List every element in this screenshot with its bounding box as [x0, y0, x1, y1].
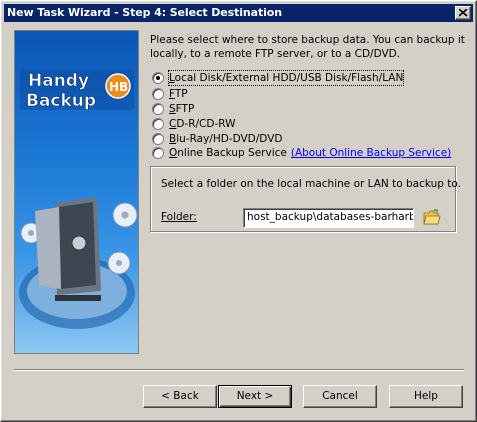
destination-label-online: Online Backup Service: [169, 147, 287, 159]
safe-illustration: [19, 197, 138, 329]
destination-label-online-wrap: Online Backup Service (About Online Backu…: [169, 146, 451, 160]
window-title: New Task Wizard - Step 4: Select Destina…: [7, 6, 282, 19]
help-button[interactable]: Help: [389, 385, 463, 408]
radio-sftp[interactable]: [152, 103, 164, 115]
button-separator: [14, 369, 464, 371]
back-button[interactable]: < Back: [143, 385, 217, 408]
cancel-button[interactable]: Cancel: [303, 385, 377, 408]
branding-panel: Handy Backup HB: [14, 30, 139, 354]
radio-local[interactable]: [152, 72, 164, 84]
radio-bluray[interactable]: [152, 133, 164, 145]
radio-online[interactable]: [152, 147, 164, 159]
next-button[interactable]: Next >: [218, 385, 292, 408]
folder-label-text: Folder:: [161, 211, 197, 223]
folder-description: Select a folder on the local machine or …: [161, 178, 461, 190]
close-icon: [459, 9, 468, 17]
radio-ftp[interactable]: [152, 88, 164, 100]
open-folder-icon: [423, 209, 441, 225]
about-online-backup-link[interactable]: (About Online Backup Service): [291, 147, 451, 159]
handy-backup-logo: Handy Backup HB: [20, 70, 134, 111]
browse-folder-button[interactable]: [423, 209, 441, 226]
intro-text: Please select where to store backup data…: [150, 33, 465, 61]
logo-text-handy: Handy: [28, 71, 89, 91]
title-bar[interactable]: New Task Wizard - Step 4: Select Destina…: [4, 4, 473, 22]
radio-cd[interactable]: [152, 118, 164, 130]
destination-label-bluray: Blu-Ray/HD-DVD/DVD: [169, 133, 283, 145]
destination-label-sftp: SFTP: [169, 103, 195, 115]
destination-label-cd: CD-R/CD-RW: [169, 118, 236, 130]
destination-label-local: Local Disk/External HDD/USB Disk/Flash/L…: [167, 70, 405, 86]
destination-label-ftp: FTP: [169, 88, 188, 100]
logo-text-backup: Backup: [26, 91, 96, 111]
close-button[interactable]: [455, 6, 471, 20]
intro-line-1: Please select where to store backup data…: [150, 34, 465, 46]
logo-badge: HB: [109, 80, 128, 94]
intro-line-2: locally, to a remote FTP server, or to a…: [150, 48, 401, 60]
folder-path-field[interactable]: host_backup\databases-barharbor: [243, 208, 414, 228]
folder-label: Folder:: [161, 211, 197, 223]
